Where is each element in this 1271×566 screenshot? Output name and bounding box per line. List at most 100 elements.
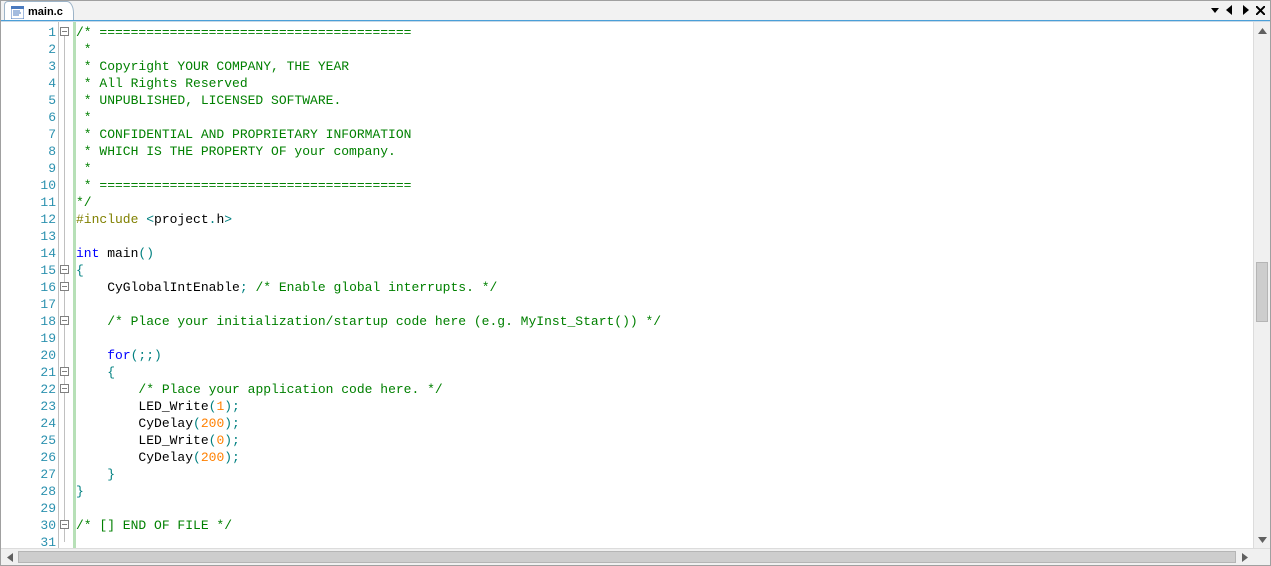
line-number: 14 [1,245,58,262]
code-line[interactable]: * [76,41,1253,58]
code-line[interactable]: * WHICH IS THE PROPERTY OF your company. [76,143,1253,160]
line-number: 23 [1,398,58,415]
close-icon[interactable] [1254,3,1266,17]
line-number: 16 [1,279,58,296]
fold-cell [59,143,73,160]
code-line[interactable]: for(;;) [76,347,1253,364]
line-number: 8 [1,143,58,160]
fold-cell [59,92,73,109]
code-line[interactable]: CyDelay(200); [76,415,1253,432]
fold-cell [59,228,73,245]
code-line[interactable]: /* Place your application code here. */ [76,381,1253,398]
code-line[interactable]: #include <project.h> [76,211,1253,228]
code-line[interactable] [76,296,1253,313]
line-number: 7 [1,126,58,143]
code-line[interactable] [76,330,1253,347]
line-number: 3 [1,58,58,75]
line-number: 9 [1,160,58,177]
code-line[interactable]: /* =====================================… [76,24,1253,41]
fold-toggle-icon[interactable] [60,520,69,529]
code-line[interactable] [76,534,1253,548]
fold-cell [59,466,73,483]
fold-toggle-icon[interactable] [60,282,69,291]
horizontal-scrollbar[interactable] [1,548,1270,565]
fold-cell [59,415,73,432]
code-line[interactable] [76,228,1253,245]
line-number: 28 [1,483,58,500]
line-number: 27 [1,466,58,483]
fold-toggle-icon[interactable] [60,27,69,36]
code-line[interactable]: * [76,109,1253,126]
fold-cell [59,126,73,143]
fold-toggle-icon[interactable] [60,367,69,376]
editor-window: main.c 123456789101112131415161718192021… [0,0,1271,566]
fold-cell [59,296,73,313]
line-number: 20 [1,347,58,364]
c-src-icon [11,6,24,19]
code-line[interactable]: * UNPUBLISHED, LICENSED SOFTWARE. [76,92,1253,109]
code-line[interactable]: * CONFIDENTIAL AND PROPRIETARY INFORMATI… [76,126,1253,143]
fold-toggle-icon[interactable] [60,265,69,274]
code-line[interactable]: * Copyright YOUR COMPANY, THE YEAR [76,58,1253,75]
tab-controls [1209,3,1266,17]
fold-cell [59,245,73,262]
code-line[interactable] [76,500,1253,517]
line-number: 29 [1,500,58,517]
fold-toggle-icon[interactable] [60,316,69,325]
line-number: 30 [1,517,58,534]
tab-label: main.c [28,6,63,18]
fold-cell [59,211,73,228]
fold-cell [59,41,73,58]
line-number: 22 [1,381,58,398]
line-number: 11 [1,194,58,211]
code-line[interactable]: /* [] END OF FILE */ [76,517,1253,534]
line-number: 24 [1,415,58,432]
fold-cell [59,75,73,92]
code-line[interactable]: LED_Write(0); [76,432,1253,449]
code-line[interactable]: * [76,160,1253,177]
fold-cell [59,364,73,381]
scroll-up-icon[interactable] [1254,22,1270,39]
line-number: 18 [1,313,58,330]
scroll-down-icon[interactable] [1254,531,1270,548]
code-line[interactable]: LED_Write(1); [76,398,1253,415]
fold-toggle-icon[interactable] [60,384,69,393]
code-line[interactable]: CyGlobalIntEnable; /* Enable global inte… [76,279,1253,296]
scroll-left-icon[interactable] [1,549,18,566]
code-line[interactable]: int main() [76,245,1253,262]
horizontal-scroll-track[interactable] [18,549,1236,565]
fold-cell [59,500,73,517]
code-line[interactable]: * All Rights Reserved [76,75,1253,92]
fold-cell [59,194,73,211]
tab-prev-icon[interactable] [1224,3,1236,17]
line-number: 31 [1,534,58,548]
line-number-gutter[interactable]: 1234567891011121314151617181920212223242… [1,22,59,548]
scroll-right-icon[interactable] [1236,549,1253,566]
code-line[interactable]: /* Place your initialization/startup cod… [76,313,1253,330]
vertical-scrollbar[interactable] [1253,22,1270,548]
line-number: 13 [1,228,58,245]
fold-cell [59,160,73,177]
line-number: 10 [1,177,58,194]
fold-cell [59,109,73,126]
code-line[interactable]: } [76,466,1253,483]
code-line[interactable]: } [76,483,1253,500]
fold-cell [59,279,73,296]
fold-gutter[interactable] [59,22,73,548]
fold-cell [59,534,73,548]
editor-area: 1234567891011121314151617181920212223242… [1,21,1270,565]
tab-menu-icon[interactable] [1209,3,1221,17]
tab-bar: main.c [1,1,1270,21]
code-line[interactable]: CyDelay(200); [76,449,1253,466]
line-number: 1 [1,24,58,41]
code-editor[interactable]: /* =====================================… [73,22,1253,548]
horizontal-scroll-thumb[interactable] [18,551,1236,563]
fold-cell [59,432,73,449]
code-line[interactable]: { [76,364,1253,381]
vertical-scroll-thumb[interactable] [1256,262,1268,322]
code-line[interactable]: { [76,262,1253,279]
tab-main-c[interactable]: main.c [4,1,74,20]
code-line[interactable]: * ======================================… [76,177,1253,194]
tab-next-icon[interactable] [1239,3,1251,17]
code-line[interactable]: */ [76,194,1253,211]
